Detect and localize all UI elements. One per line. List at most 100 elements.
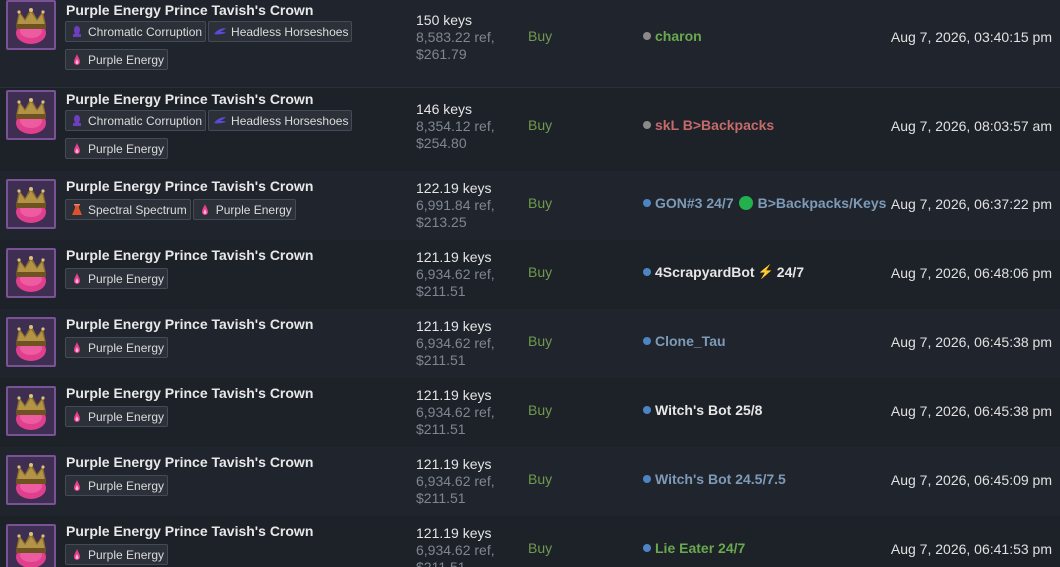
price-ref: 6,934.62 ref, [416,542,495,558]
price: 121.19 keys 6,934.62 ref, $211.51 [416,318,495,369]
price-usd: $211.51 [416,559,466,567]
green-circle-icon [738,196,753,210]
seller-link[interactable]: GON#3 24/7 B>Backpacks/Keys [643,195,886,211]
item-thumbnail[interactable] [6,248,56,298]
listing-date: Aug 7, 2026, 06:45:09 pm [890,472,1052,488]
intent-label: Buy [528,471,553,487]
listing-row[interactable]: Purple Energy Prince Tavish's Crown Purpl… [0,447,1060,517]
listing-row[interactable]: Purple Energy Prince Tavish's Crown Chrom… [0,0,1060,88]
price: 121.19 keys 6,934.62 ref, $211.51 [416,456,495,507]
headless-horseshoes-icon [213,25,227,39]
listing-row[interactable]: Purple Energy Prince Tavish's Crown Purpl… [0,309,1060,379]
listing-date: Aug 7, 2026, 06:45:38 pm [890,334,1052,350]
chromatic-corruption-icon [70,25,84,39]
purple-energy-icon [70,341,84,355]
listing-date: Aug 7, 2026, 06:45:38 pm [890,403,1052,419]
item-name[interactable]: Purple Energy Prince Tavish's Crown [66,91,313,107]
seller-link[interactable]: Clone_Tau [643,333,726,349]
item-thumbnail[interactable] [6,179,56,229]
price-ref: 6,934.62 ref, [416,266,495,282]
attribute-tag-label: Purple Energy [88,340,165,355]
price-usd: $211.51 [416,490,466,506]
item-tags: Purple Energy [65,544,365,567]
item-thumbnail[interactable] [6,455,56,505]
item-tags: Chromatic Corruption Headless Horseshoes P… [65,21,365,77]
item-thumbnail[interactable] [6,0,56,50]
attribute-tag-label: Purple Energy [88,271,165,286]
price: 122.19 keys 6,991.84 ref, $213.25 [416,180,495,231]
online-status-dot [643,268,651,276]
price-ref: 6,934.62 ref, [416,335,495,351]
attribute-tag: Spectral Spectrum [65,199,191,220]
item-tags: Spectral Spectrum Purple Energy [65,199,365,227]
item-thumbnail[interactable] [6,90,56,140]
spectral-spectrum-icon [70,203,84,217]
item-thumbnail[interactable] [6,386,56,436]
item-name[interactable]: Purple Energy Prince Tavish's Crown [66,523,313,539]
item-name[interactable]: Purple Energy Prince Tavish's Crown [66,454,313,470]
seller-link[interactable]: 4ScrapyardBot ⚡ 24/7 [643,264,804,280]
attribute-tag: Chromatic Corruption [65,110,207,131]
attribute-tag: Purple Energy [65,138,169,159]
seller-name-suffix: 24/7 [776,264,805,280]
price-keys: 121.19 keys [416,525,492,541]
item-name[interactable]: Purple Energy Prince Tavish's Crown [66,2,313,18]
price-ref: 6,934.62 ref, [416,404,495,420]
price-ref: 6,934.62 ref, [416,473,495,489]
price-ref: 6,991.84 ref, [416,197,495,213]
attribute-tag: Purple Energy [192,199,296,220]
attribute-tag-label: Headless Horseshoes [231,24,349,39]
listing-row[interactable]: Purple Energy Prince Tavish's Crown Purpl… [0,516,1060,567]
seller-name: GON#3 24/7 [655,195,734,211]
item-name[interactable]: Purple Energy Prince Tavish's Crown [66,385,313,401]
price: 121.19 keys 6,934.62 ref, $211.51 [416,387,495,438]
price-keys: 122.19 keys [416,180,492,196]
price-keys: 146 keys [416,101,473,117]
price-keys: 121.19 keys [416,249,492,265]
online-status-dot [643,199,651,207]
seller-link[interactable]: charon [643,28,702,44]
seller-name: charon [655,28,702,44]
purple-energy-icon [70,142,84,156]
item-name[interactable]: Purple Energy Prince Tavish's Crown [66,178,313,194]
item-name[interactable]: Purple Energy Prince Tavish's Crown [66,316,313,332]
attribute-tag: Purple Energy [65,268,169,289]
attribute-tag: Chromatic Corruption [65,21,207,42]
listing-row[interactable]: Purple Energy Prince Tavish's Crown Purpl… [0,378,1060,448]
attribute-tag: Purple Energy [65,337,169,358]
price-keys: 121.19 keys [416,456,492,472]
attribute-tag: Purple Energy [65,49,169,70]
listing-date: Aug 7, 2026, 03:40:15 pm [890,29,1052,45]
seller-name-suffix: B>Backpacks/Keys [757,195,887,211]
seller-link[interactable]: skL B>Backpacks [643,117,774,133]
intent-label: Buy [528,540,553,556]
intent-label: Buy [528,195,553,211]
item-tags: Purple Energy [65,268,365,296]
seller-link[interactable]: Lie Eater 24/7 [643,540,745,556]
seller-link[interactable]: Witch's Bot 25/8 [643,402,762,418]
item-thumbnail[interactable] [6,524,56,567]
listing-row[interactable]: Purple Energy Prince Tavish's Crown Purpl… [0,240,1060,310]
listing-row[interactable]: Purple Energy Prince Tavish's Crown Chrom… [0,88,1060,177]
item-thumbnail[interactable] [6,317,56,367]
item-name[interactable]: Purple Energy Prince Tavish's Crown [66,247,313,263]
price-keys: 121.19 keys [416,387,492,403]
price: 121.19 keys 6,934.62 ref, $211.51 [416,249,495,300]
price-ref: 8,583.22 ref, [416,29,495,45]
seller-name: Witch's Bot 24.5/7.5 [655,471,786,487]
attribute-tag-label: Purple Energy [88,478,165,493]
listing-date: Aug 7, 2026, 06:37:22 pm [890,196,1052,212]
purple-energy-icon [70,410,84,424]
online-status-dot [643,544,651,552]
listing-row[interactable]: Purple Energy Prince Tavish's Crown Spect… [0,171,1060,241]
attribute-tag-label: Spectral Spectrum [88,202,187,217]
attribute-tag: Headless Horseshoes [208,21,353,42]
attribute-tag-label: Purple Energy [88,141,165,156]
seller-name: Witch's Bot 25/8 [655,402,763,418]
seller-link[interactable]: Witch's Bot 24.5/7.5 [643,471,786,487]
purple-energy-icon [198,203,212,217]
online-status-dot [643,475,651,483]
intent-label: Buy [528,402,553,418]
listings-table: Purple Energy Prince Tavish's Crown Chrom… [0,0,1060,567]
seller-name: Lie Eater 24/7 [655,540,746,556]
